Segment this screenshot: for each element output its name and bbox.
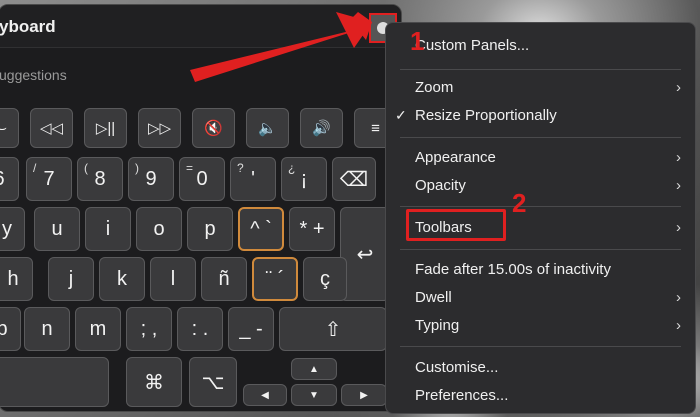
step-number-1: 1 bbox=[410, 26, 425, 56]
annotation-arrow bbox=[190, 12, 372, 82]
step-number-2: 2 bbox=[512, 188, 527, 218]
